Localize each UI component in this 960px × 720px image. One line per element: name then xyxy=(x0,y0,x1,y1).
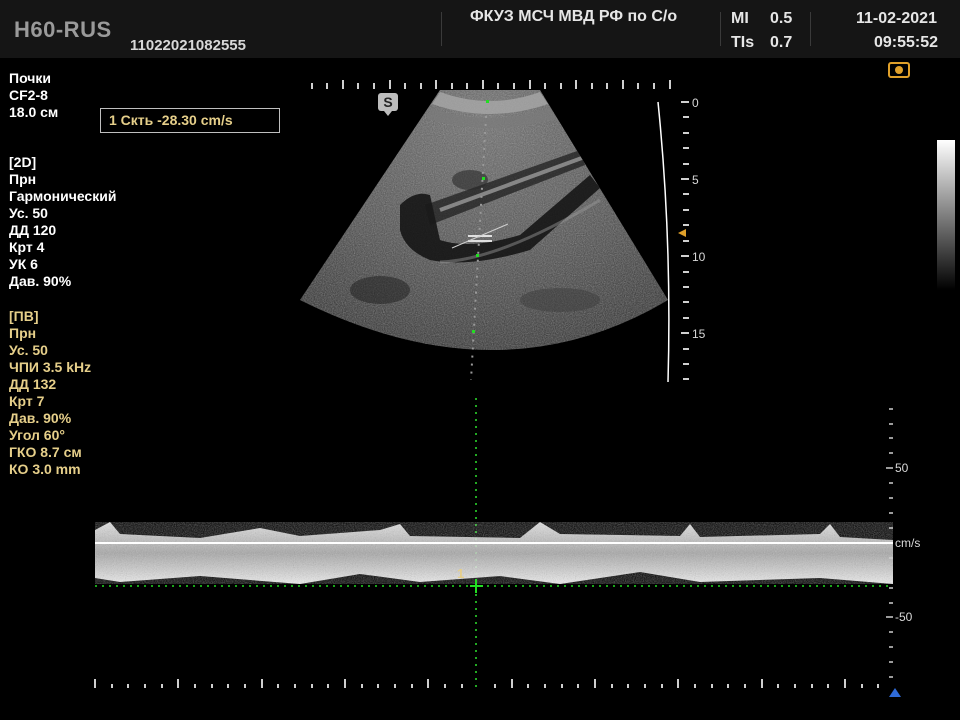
depth-label: 10 xyxy=(692,250,706,264)
cursor-marker xyxy=(486,100,489,103)
velocity-scale-bottom: -50 xyxy=(895,610,913,624)
velocity-unit: cm/s xyxy=(895,536,920,550)
cursor-marker xyxy=(476,254,479,257)
cursor-marker xyxy=(472,330,475,333)
focus-marker-icon[interactable] xyxy=(678,229,686,237)
lateral-ruler xyxy=(311,80,671,89)
depth-scale xyxy=(681,101,689,380)
cursor-marker xyxy=(482,177,485,180)
caliper-label: 1 xyxy=(457,566,464,581)
ultrasound-canvas: 0 5 10 15 1 50 cm/s -50 xyxy=(94,80,920,697)
depth-label: 5 xyxy=(692,173,699,187)
velocity-scale-top: 50 xyxy=(895,461,909,475)
sweep-marker-icon[interactable] xyxy=(889,688,901,697)
depth-label: 15 xyxy=(692,327,706,341)
time-ruler xyxy=(94,679,879,688)
doppler-spectrum xyxy=(95,522,893,584)
depth-label: 0 xyxy=(692,96,699,110)
focus-arc xyxy=(657,101,670,383)
